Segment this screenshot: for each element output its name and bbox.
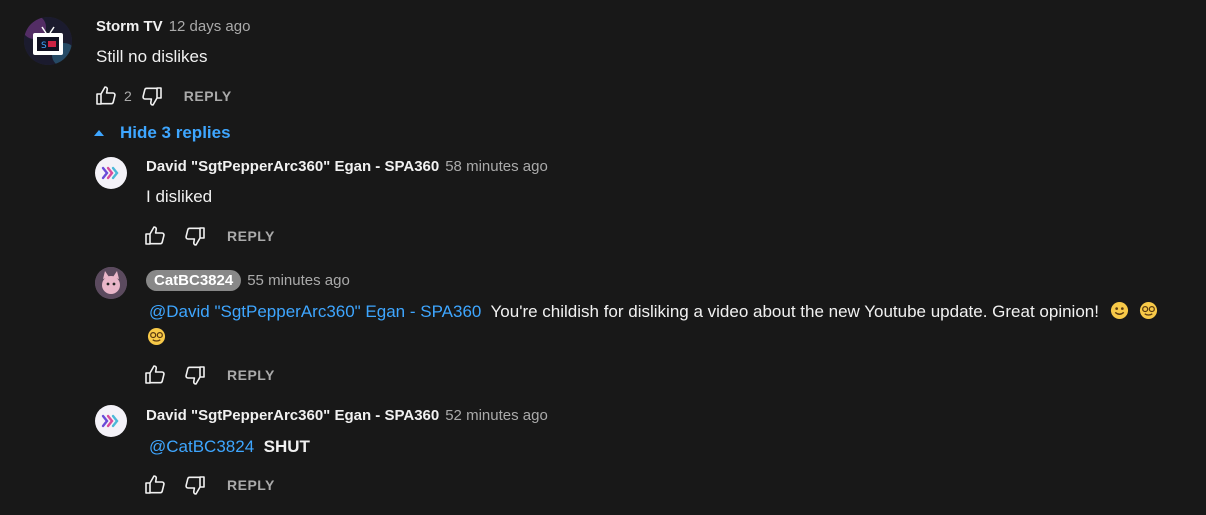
reply-author[interactable]: David "SgtPepperArc360" Egan - SPA360 [146, 407, 439, 424]
reply-button[interactable]: REPLY [227, 477, 275, 493]
thumb-down-icon [183, 473, 207, 497]
thumb-up-icon [143, 363, 167, 387]
thumb-up-icon [143, 473, 167, 497]
reply-header: CatBC3824 55 minutes ago [146, 270, 350, 291]
reply-actions: REPLY [143, 473, 275, 497]
dislike-button[interactable] [140, 84, 164, 108]
reply-author[interactable]: David "SgtPepperArc360" Egan - SPA360 [146, 158, 439, 175]
reply-text-continuation [147, 327, 166, 348]
reply-time[interactable]: 55 minutes ago [247, 272, 350, 289]
nerd-emoji [1140, 301, 1158, 320]
hide-replies-button[interactable]: Hide 3 replies [92, 121, 231, 145]
like-button[interactable] [143, 224, 167, 248]
reply-text-line: @CatBC3824 SHUT [149, 437, 310, 457]
thumb-up-icon [143, 224, 167, 248]
avatar[interactable]: S [24, 17, 72, 65]
nerd-emoji [147, 327, 166, 346]
reply-header: David "SgtPepperArc360" Egan - SPA360 58 … [146, 158, 548, 175]
like-button[interactable] [143, 363, 167, 387]
thumb-down-icon [183, 363, 207, 387]
thumb-down-icon [140, 84, 164, 108]
svg-text:S: S [41, 41, 47, 51]
chevrons-logo-icon [101, 414, 119, 428]
smiley-emoji [1110, 301, 1128, 320]
reply-header: David "SgtPepperArc360" Egan - SPA360 52 … [146, 407, 548, 424]
reply-button[interactable]: REPLY [227, 367, 275, 383]
comment-time[interactable]: 12 days ago [169, 18, 251, 35]
comment-text: Still no dislikes [96, 47, 208, 66]
tv-logo-icon: S [24, 17, 72, 65]
chevrons-logo-icon [101, 166, 119, 180]
caret-up-icon [94, 130, 104, 136]
comment-header: Storm TV 12 days ago [96, 18, 250, 35]
like-count: 2 [124, 88, 132, 104]
avatar[interactable] [95, 405, 127, 437]
mention-link[interactable]: @CatBC3824 [149, 437, 254, 456]
reply-time[interactable]: 52 minutes ago [445, 407, 548, 424]
like-button[interactable] [143, 473, 167, 497]
mention-link[interactable]: @David "SgtPepperArc360" Egan - SPA360 [149, 302, 481, 321]
like-button[interactable] [94, 84, 118, 108]
reply-actions: REPLY [143, 224, 275, 248]
reply-button[interactable]: REPLY [227, 228, 275, 244]
reply-time[interactable]: 58 minutes ago [445, 158, 548, 175]
comment-author[interactable]: Storm TV [96, 18, 163, 35]
dislike-button[interactable] [183, 363, 207, 387]
thumb-up-icon [94, 84, 118, 108]
dislike-button[interactable] [183, 224, 207, 248]
avatar[interactable] [95, 157, 127, 189]
hide-replies-label: Hide 3 replies [120, 123, 231, 142]
thumb-down-icon [183, 224, 207, 248]
reply-actions: REPLY [143, 363, 275, 387]
reply-author-badge[interactable]: CatBC3824 [146, 270, 242, 291]
dislike-button[interactable] [183, 473, 207, 497]
reply-text: SHUT [263, 437, 310, 456]
reply-text-line: @David "SgtPepperArc360" Egan - SPA360 Y… [149, 301, 1158, 322]
reply-text: You're childish for disliking a video ab… [490, 302, 1099, 321]
comment-actions: 2 REPLY [94, 84, 232, 108]
cat-avatar-icon [95, 267, 127, 299]
reply-button[interactable]: REPLY [184, 88, 232, 104]
reply-text: I disliked [146, 187, 213, 206]
avatar[interactable] [95, 267, 127, 299]
